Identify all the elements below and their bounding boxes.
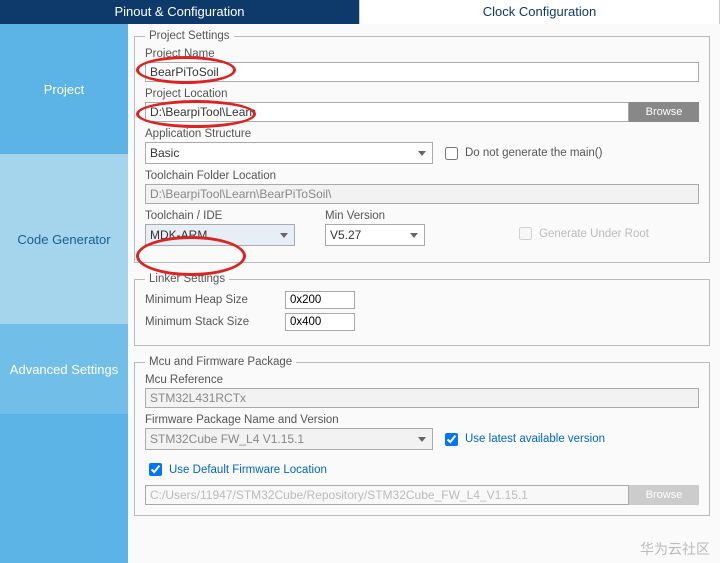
heap-size-label: Minimum Heap Size [145,294,285,306]
sidebar-item-advanced-settings[interactable]: Advanced Settings [0,324,128,414]
firmware-location-input [145,485,629,505]
min-version-select[interactable]: V5.27 [325,224,425,246]
linker-settings-group: Linker Settings Minimum Heap Size Minimu… [134,273,710,346]
app-structure-label: Application Structure [145,128,699,140]
app-structure-value: Basic [150,146,179,160]
heap-size-input[interactable] [285,291,355,309]
toolchain-folder-input [145,184,699,204]
toolchain-folder-label: Toolchain Folder Location [145,170,699,182]
mcu-reference-label: Mcu Reference [145,374,699,386]
toolchain-ide-select[interactable]: MDK-ARM [145,224,295,246]
tab-clock[interactable]: Clock Configuration [360,0,720,24]
sidebar-item-project[interactable]: Project [0,24,128,154]
firmware-package-value: STM32Cube FW_L4 V1.15.1 [150,432,304,446]
project-name-input[interactable] [145,62,699,82]
generate-under-root-checkbox: Generate Under Root [515,224,649,243]
toolchain-ide-label: Toolchain / IDE [145,210,295,222]
project-settings-legend: Project Settings [145,30,234,42]
sidebar-filler [0,414,128,563]
mcu-firmware-group: Mcu and Firmware Package Mcu Reference F… [134,356,710,516]
stack-size-input[interactable] [285,313,355,331]
sidebar-item-code-generator[interactable]: Code Generator [0,154,128,324]
firmware-package-label: Firmware Package Name and Version [145,414,699,426]
use-default-location-checkbox[interactable]: Use Default Firmware Location [145,460,327,479]
project-location-label: Project Location [145,88,699,100]
tab-pinout[interactable]: Pinout & Configuration [0,0,360,24]
sidebar: Project Code Generator Advanced Settings [0,24,128,563]
min-version-label: Min Version [325,210,425,222]
content-pane: Project Settings Project Name Project Lo… [128,24,720,563]
stack-size-label: Minimum Stack Size [145,316,285,328]
app-structure-select[interactable]: Basic [145,142,433,164]
toolchain-ide-value: MDK-ARM [150,228,207,242]
project-location-input[interactable] [145,102,629,122]
linker-settings-legend: Linker Settings [145,273,229,285]
watermark: 华为云社区 [640,539,710,559]
project-name-label: Project Name [145,48,699,60]
use-latest-checkbox[interactable]: Use latest available version [441,430,605,449]
browse-button[interactable]: Browse [629,102,699,122]
no-main-checkbox[interactable]: Do not generate the main() [441,144,602,163]
mcu-reference-input [145,388,699,408]
firmware-package-select: STM32Cube FW_L4 V1.15.1 [145,428,433,450]
firmware-browse-button: Browse [629,485,699,505]
min-version-value: V5.27 [330,228,361,242]
mcu-firmware-legend: Mcu and Firmware Package [145,356,296,368]
project-settings-group: Project Settings Project Name Project Lo… [134,30,710,263]
